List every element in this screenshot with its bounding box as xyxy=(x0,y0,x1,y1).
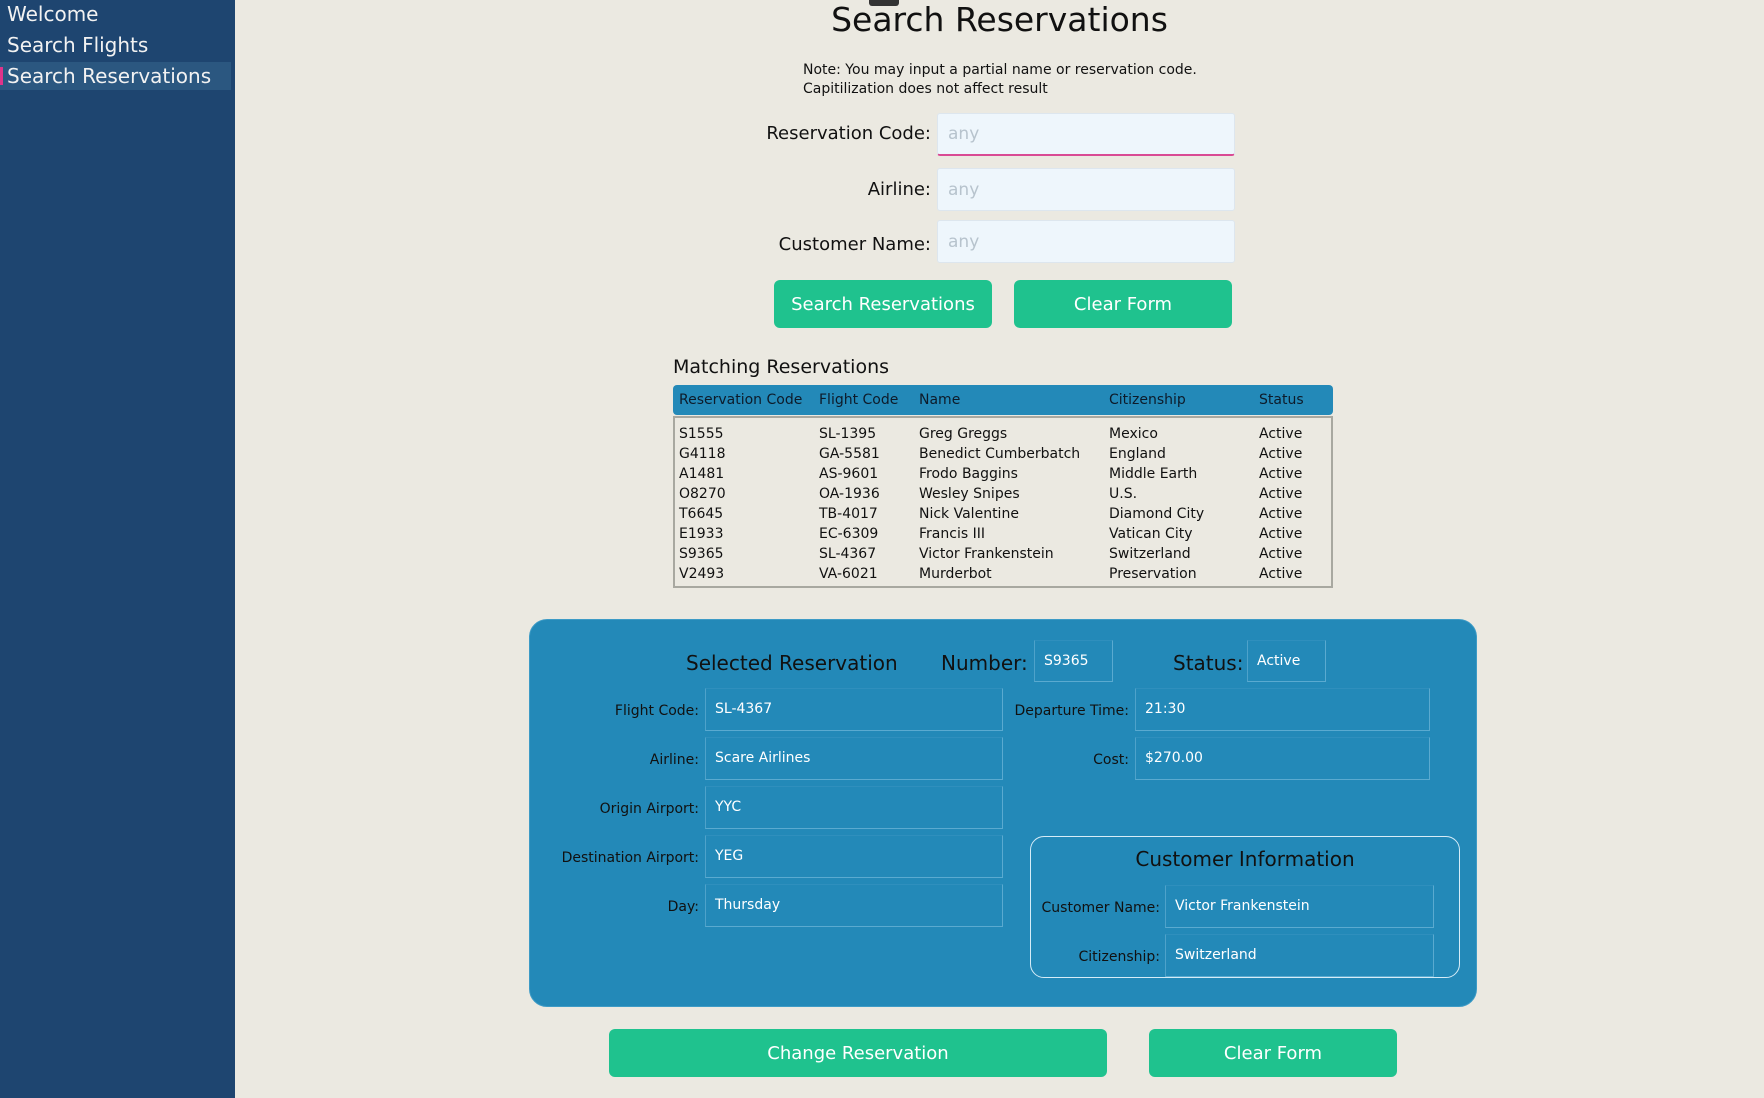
cost-field[interactable]: $270.00 xyxy=(1135,737,1430,780)
cell-status: Active xyxy=(1259,426,1303,442)
flight-code-label: Flight Code: xyxy=(614,703,699,719)
cell-status: Active xyxy=(1259,566,1303,582)
cell-name: Greg Greggs xyxy=(919,426,1008,442)
citizenship-label: Citizenship: xyxy=(1078,949,1160,965)
customer-name-input[interactable] xyxy=(937,220,1235,263)
table-row[interactable]: A1481 AS-9601 Frodo Baggins Middle Earth… xyxy=(675,464,1331,484)
table-row[interactable]: S1555 SL-1395 Greg Greggs Mexico Active xyxy=(675,424,1331,444)
reservation-code-label: Reservation Code: xyxy=(766,123,931,144)
cell-name: Benedict Cumberbatch xyxy=(919,446,1081,462)
customer-name-field[interactable]: Victor Frankenstein xyxy=(1165,885,1434,928)
cell-reservation-code: S9365 xyxy=(679,546,724,562)
selected-reservation-heading: Selected Reservation xyxy=(686,651,898,675)
cell-citizenship: Middle Earth xyxy=(1109,466,1198,482)
reservation-number-field[interactable]: S9365 xyxy=(1034,640,1113,682)
table-row[interactable]: S9365 SL-4367 Victor Frankenstein Switze… xyxy=(675,544,1331,564)
cell-flight-code: SL-4367 xyxy=(819,546,877,562)
origin-airport-field[interactable]: YYC xyxy=(705,786,1003,829)
table-row[interactable]: O8270 OA-1936 Wesley Snipes U.S. Active xyxy=(675,484,1331,504)
note-line-2: Capitilization does not affect result xyxy=(803,81,1048,97)
airline-label: Airline: xyxy=(649,752,699,768)
table-row[interactable]: G4118 GA-5581 Benedict Cumberbatch Engla… xyxy=(675,444,1331,464)
customer-name-label: Customer Name: xyxy=(1041,900,1160,916)
cell-citizenship: Preservation xyxy=(1109,566,1197,582)
cell-status: Active xyxy=(1259,466,1303,482)
status-field[interactable]: Active xyxy=(1247,640,1326,682)
search-reservations-button[interactable]: Search Reservations xyxy=(774,280,992,328)
sidebar-item-search-flights[interactable]: Search Flights xyxy=(0,31,231,59)
sidebar-item-welcome[interactable]: Welcome xyxy=(0,0,231,28)
cell-flight-code: TB-4017 xyxy=(819,506,878,522)
cell-name: Murderbot xyxy=(919,566,992,582)
cell-flight-code: SL-1395 xyxy=(819,426,877,442)
airline-input[interactable] xyxy=(937,168,1235,211)
sidebar-item-search-reservations[interactable]: Search Reservations xyxy=(0,62,231,90)
column-header-citizenship[interactable]: Citizenship xyxy=(1109,385,1186,415)
selected-reservation-panel: Selected Reservation Number: S9365 Statu… xyxy=(529,619,1477,1007)
cell-status: Active xyxy=(1259,506,1303,522)
cost-label: Cost: xyxy=(1093,752,1129,768)
day-field[interactable]: Thursday xyxy=(705,884,1003,927)
customer-information-box: Customer Information Customer Name: Vict… xyxy=(1030,836,1460,978)
cell-flight-code: GA-5581 xyxy=(819,446,880,462)
destination-airport-field[interactable]: YEG xyxy=(705,835,1003,878)
cell-citizenship: Vatican City xyxy=(1109,526,1193,542)
cell-citizenship: Diamond City xyxy=(1109,506,1205,522)
customer-information-heading: Customer Information xyxy=(1135,847,1355,871)
customer-name-label: Customer Name: xyxy=(778,234,931,255)
cell-reservation-code: O8270 xyxy=(679,486,726,502)
number-label: Number: xyxy=(941,651,1028,675)
status-label: Status: xyxy=(1173,651,1244,675)
cell-flight-code: VA-6021 xyxy=(819,566,878,582)
change-reservation-button[interactable]: Change Reservation xyxy=(609,1029,1107,1077)
cell-status: Active xyxy=(1259,446,1303,462)
day-label: Day: xyxy=(667,899,699,915)
cell-name: Wesley Snipes xyxy=(919,486,1020,502)
cell-reservation-code: E1933 xyxy=(679,526,724,542)
cell-reservation-code: V2493 xyxy=(679,566,725,582)
table-row[interactable]: T6645 TB-4017 Nick Valentine Diamond Cit… xyxy=(675,504,1331,524)
sidebar: Welcome Search Flights Search Reservatio… xyxy=(0,0,235,1098)
cell-name: Frodo Baggins xyxy=(919,466,1018,482)
cell-status: Active xyxy=(1259,546,1303,562)
results-title: Matching Reservations xyxy=(673,356,890,378)
cell-reservation-code: A1481 xyxy=(679,466,725,482)
cell-flight-code: EC-6309 xyxy=(819,526,879,542)
cell-name: Francis III xyxy=(919,526,985,542)
clear-selected-form-button[interactable]: Clear Form xyxy=(1149,1029,1397,1077)
results-table: S1555 SL-1395 Greg Greggs Mexico Active … xyxy=(673,416,1333,588)
note-line-1: Note: You may input a partial name or re… xyxy=(803,62,1197,78)
reservation-code-input[interactable] xyxy=(937,113,1235,156)
column-header-reservation-code[interactable]: Reservation Code xyxy=(679,385,802,415)
origin-airport-label: Origin Airport: xyxy=(599,801,699,817)
cell-status: Active xyxy=(1259,486,1303,502)
cell-reservation-code: S1555 xyxy=(679,426,724,442)
cell-flight-code: AS-9601 xyxy=(819,466,879,482)
cell-reservation-code: G4118 xyxy=(679,446,726,462)
page-title: Search Reservations xyxy=(831,0,1168,39)
table-row[interactable]: V2493 VA-6021 Murderbot Preservation Act… xyxy=(675,564,1331,584)
departure-time-field[interactable]: 21:30 xyxy=(1135,688,1430,731)
cell-flight-code: OA-1936 xyxy=(819,486,880,502)
column-header-name[interactable]: Name xyxy=(919,385,960,415)
cell-citizenship: Switzerland xyxy=(1109,546,1191,562)
clear-form-button[interactable]: Clear Form xyxy=(1014,280,1232,328)
airline-label: Airline: xyxy=(867,179,931,200)
cell-citizenship: U.S. xyxy=(1109,486,1138,502)
results-table-header: Reservation Code Flight Code Name Citize… xyxy=(673,385,1333,415)
cell-status: Active xyxy=(1259,526,1303,542)
column-header-status[interactable]: Status xyxy=(1259,385,1304,415)
cell-citizenship: England xyxy=(1109,446,1166,462)
column-header-flight-code[interactable]: Flight Code xyxy=(819,385,898,415)
cell-name: Victor Frankenstein xyxy=(919,546,1054,562)
table-row[interactable]: E1933 EC-6309 Francis III Vatican City A… xyxy=(675,524,1331,544)
search-note: Note: You may input a partial name or re… xyxy=(803,61,1197,99)
cell-name: Nick Valentine xyxy=(919,506,1019,522)
cell-citizenship: Mexico xyxy=(1109,426,1158,442)
departure-time-label: Departure Time: xyxy=(1014,703,1129,719)
cell-reservation-code: T6645 xyxy=(679,506,724,522)
citizenship-field[interactable]: Switzerland xyxy=(1165,934,1434,977)
destination-airport-label: Destination Airport: xyxy=(561,850,699,866)
